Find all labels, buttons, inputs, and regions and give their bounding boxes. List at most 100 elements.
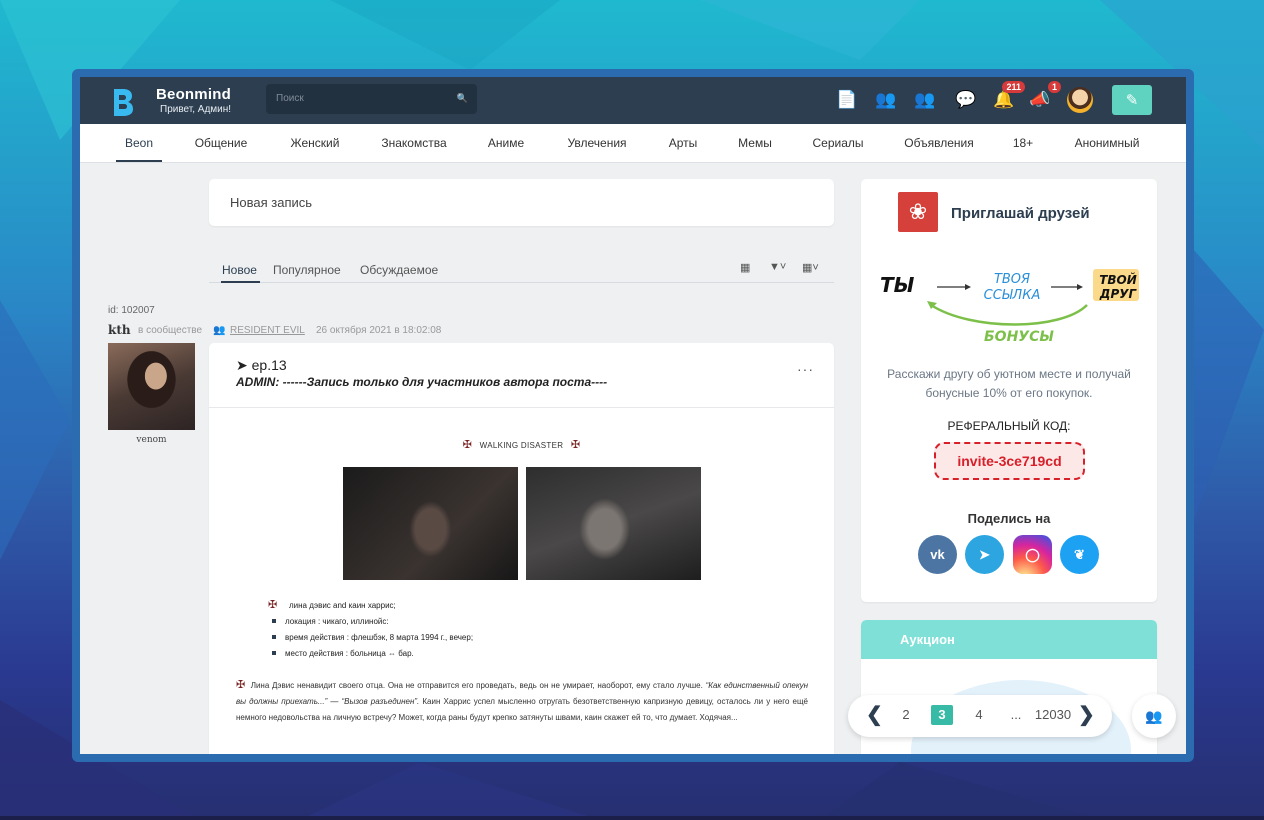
notifications-badge: 211	[1002, 81, 1025, 93]
post-heading: ✠ WALKING DISASTER ✠	[209, 438, 834, 451]
device-frame: Beonmind Привет, Админ! Поиск 🔍 📄 👥 👥 💬 …	[72, 69, 1194, 762]
post-body: ✠ Лина Дэвис ненавидит своего отца. Она …	[236, 677, 808, 726]
pagination: ❮ 2 3 4 ... 12030 ❯	[848, 695, 1112, 737]
next-page-arrow-icon[interactable]: ❯	[1078, 702, 1095, 727]
auction-header: Аукцион	[861, 620, 1157, 659]
tab-discussed[interactable]: Обсуждаемое	[360, 263, 438, 277]
new-post-placeholder: Новая запись	[230, 195, 313, 210]
bottom-strip	[0, 816, 1264, 820]
page-link-last[interactable]: 12030	[1035, 707, 1071, 722]
gift-icon: ❀	[898, 192, 938, 232]
diagram-your-link: ТВОЯ ССЫЛКА	[983, 272, 1041, 303]
bullet-icon	[272, 619, 276, 623]
search-input[interactable]: Поиск 🔍	[266, 84, 477, 114]
greeting-text: Привет, Админ!	[160, 104, 232, 115]
diagram-bonuses: БОНУСЫ	[984, 329, 1054, 345]
referral-code[interactable]: invite-3ce719cd	[934, 442, 1085, 480]
page-ellipsis: ...	[1010, 707, 1022, 722]
diagram-your-friend: ТВОЙ ДРУГ	[1099, 273, 1137, 301]
community-link[interactable]: RESIDENT EVIL	[230, 325, 305, 336]
post-subtitle: ADMIN: ------Запись только для участнико…	[236, 375, 608, 389]
nav-active-underline	[116, 160, 162, 162]
friends-icon[interactable]: 👥	[875, 89, 897, 111]
notifications-bell-icon[interactable]: 🔔 211	[993, 81, 1025, 111]
cross-icon: ✠	[462, 439, 473, 451]
online-users-button[interactable]: 👥	[1132, 694, 1176, 738]
referral-code-label: РЕФЕРАЛЬНЫЙ КОД:	[947, 419, 1071, 433]
messages-icon[interactable]: 💬	[955, 89, 977, 111]
cross-icon: ✠	[268, 599, 278, 611]
nav-item-18plus[interactable]: 18+	[1013, 136, 1033, 150]
post-title: ➤ ep.13	[236, 357, 287, 373]
nav-item-memes[interactable]: Мемы	[738, 136, 772, 150]
nav-item-anonymous[interactable]: Анонимный	[1075, 136, 1140, 150]
post-image-woman[interactable]	[343, 467, 518, 580]
share-label: Поделись на	[967, 511, 1051, 526]
document-icon[interactable]: 📄	[836, 89, 858, 111]
announcements-icon[interactable]: 📣 1	[1029, 81, 1061, 111]
category-nav: Beon Общение Женский Знакомства Аниме Ув…	[80, 124, 1186, 163]
bullet-icon	[272, 635, 276, 639]
nav-item-communication[interactable]: Общение	[195, 136, 248, 150]
calendar-icon[interactable]: ▦˅	[802, 261, 819, 274]
page-current[interactable]: 3	[931, 705, 953, 725]
instagram-icon[interactable]: ◯	[1013, 535, 1052, 574]
post-card: ➤ ep.13 ADMIN: ------Запись только для у…	[209, 343, 834, 754]
post-id: id: 102007	[108, 305, 155, 316]
search-icon: 🔍	[456, 93, 468, 103]
post-image-man[interactable]	[526, 467, 701, 580]
new-post-input[interactable]: Новая запись	[209, 179, 834, 226]
post-author[interactable]: kth	[108, 323, 131, 337]
cross-icon: ✠	[236, 679, 246, 691]
communities-icon[interactable]: 👥	[914, 89, 936, 111]
post-body-start: Лина Дэвис ненавидит своего отца. Она не…	[250, 681, 706, 690]
compose-pencil-button[interactable]: ✎	[1112, 85, 1152, 115]
list-item: время действия : флешбэк, 8 марта 1994 г…	[285, 633, 474, 642]
nav-item-female[interactable]: Женский	[291, 136, 340, 150]
author-username[interactable]: venom	[108, 435, 195, 445]
bullet-icon	[272, 651, 276, 655]
prev-page-arrow-icon[interactable]: ❮	[866, 702, 883, 727]
list-item: локация : чикаго, иллинойс:	[285, 617, 389, 626]
twitter-icon[interactable]: ❦	[1060, 535, 1099, 574]
diagram-you: ТЫ	[880, 273, 915, 297]
tab-active-underline	[221, 281, 260, 283]
announcements-badge: 1	[1047, 81, 1061, 93]
grid-view-icon[interactable]: ▦	[740, 261, 750, 274]
list-item: лина дэвис and каин харрис;	[289, 601, 396, 610]
page-link[interactable]: 2	[902, 707, 909, 722]
tab-popular[interactable]: Популярное	[273, 263, 341, 277]
nav-item-dating[interactable]: Знакомства	[381, 136, 446, 150]
search-placeholder: Поиск	[276, 93, 304, 104]
invite-title: Приглашай друзей	[951, 205, 1090, 222]
nav-item-beon[interactable]: Beon	[125, 136, 153, 150]
in-community-label: в сообществе	[138, 325, 203, 336]
community-icon: 👥	[213, 325, 226, 336]
tab-new[interactable]: Новое	[222, 263, 257, 277]
author-userpic[interactable]	[108, 343, 195, 430]
nav-item-anime[interactable]: Аниме	[488, 136, 524, 150]
nav-item-series[interactable]: Сериалы	[812, 136, 863, 150]
feed-tabs: Новое Популярное Обсуждаемое ▦ ▼˅ ▦˅	[209, 257, 834, 283]
post-heading-text: WALKING DISASTER	[479, 441, 564, 450]
nav-item-ads[interactable]: Объявления	[904, 136, 973, 150]
invite-friends-card: ❀ Приглашай друзей ТЫ ТВОЯ ССЫЛКА ТВОЙ Д…	[861, 179, 1157, 602]
post-divider	[209, 407, 834, 408]
post-menu-dots-icon[interactable]: ···	[797, 361, 814, 377]
cross-icon: ✠	[570, 439, 581, 451]
post-date: 26 октября 2021 в 18:02:08	[316, 325, 442, 336]
auction-title: Аукцион	[900, 632, 955, 647]
filter-icon[interactable]: ▼˅	[769, 261, 786, 273]
nav-item-hobbies[interactable]: Увлечения	[567, 136, 626, 150]
top-header: Beonmind Привет, Админ! Поиск 🔍 📄 👥 👥 💬 …	[80, 77, 1186, 124]
brand-name[interactable]: Beonmind	[156, 86, 231, 103]
vk-icon[interactable]: vk	[918, 535, 957, 574]
beon-logo-icon[interactable]	[110, 87, 136, 117]
telegram-icon[interactable]: ➤	[965, 535, 1004, 574]
browser-screen: Beonmind Привет, Админ! Поиск 🔍 📄 👥 👥 💬 …	[80, 77, 1186, 754]
list-item: место действия : больница ⇔ бар.	[285, 649, 414, 658]
nav-item-arts[interactable]: Арты	[669, 136, 698, 150]
page-link[interactable]: 4	[975, 707, 982, 722]
user-avatar[interactable]	[1067, 87, 1093, 113]
invite-description: Расскажи другу об уютном месте и получай…	[887, 367, 1131, 400]
